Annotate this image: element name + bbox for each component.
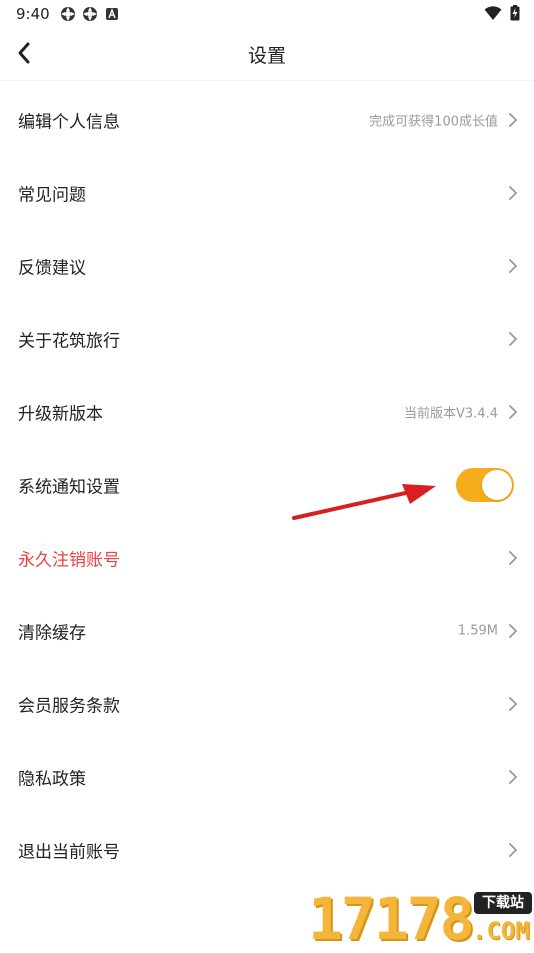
notifications-toggle[interactable]	[456, 467, 514, 502]
chevron-right-icon	[509, 769, 518, 784]
chevron-right-icon	[509, 185, 518, 200]
settings-item-faq[interactable]: 常见问题	[0, 156, 534, 229]
settings-item-label: 反馈建议	[18, 258, 86, 278]
chevron-right-icon	[509, 112, 518, 127]
settings-item-value: 1.59M	[457, 623, 498, 638]
chevron-right-icon	[509, 696, 518, 711]
app-notification-icon	[61, 7, 75, 21]
chevron-right-icon	[509, 550, 518, 565]
watermark-badge: 下载站	[474, 892, 532, 914]
nav-divider	[0, 80, 534, 81]
settings-list: 编辑个人信息 完成可获得100成长值 常见问题 反馈建议 关于花筑旅行 升级新版…	[0, 83, 534, 886]
app-notification-icon	[83, 7, 97, 21]
settings-item-label: 清除缓存	[18, 623, 86, 643]
settings-item-logout[interactable]: 退出当前账号	[0, 813, 534, 886]
watermark-domain: .COM	[472, 917, 530, 945]
settings-item-label: 退出当前账号	[18, 842, 120, 862]
chevron-right-icon	[509, 842, 518, 857]
watermark-digits: 17178	[308, 885, 475, 953]
nav-bar: 设置	[0, 28, 534, 80]
status-notification-icons	[60, 6, 120, 22]
chevron-right-icon	[509, 258, 518, 273]
settings-item-edit-profile[interactable]: 编辑个人信息 完成可获得100成长值	[0, 83, 534, 156]
settings-item-label: 升级新版本	[18, 404, 103, 424]
settings-item-clear-cache[interactable]: 清除缓存 1.59M	[0, 594, 534, 667]
status-time: 9:40	[16, 5, 50, 23]
settings-item-label: 隐私政策	[18, 769, 86, 789]
settings-item-about[interactable]: 关于花筑旅行	[0, 302, 534, 375]
settings-item-label: 会员服务条款	[18, 696, 120, 716]
settings-item-membership-terms[interactable]: 会员服务条款	[0, 667, 534, 740]
chevron-right-icon	[509, 331, 518, 346]
settings-item-notifications: 系统通知设置	[0, 448, 534, 521]
watermark-logo: 17178 下载站 .COM	[308, 886, 534, 950]
page-title: 设置	[247, 45, 286, 67]
settings-item-label: 系统通知设置	[18, 477, 120, 497]
settings-item-feedback[interactable]: 反馈建议	[0, 229, 534, 302]
settings-item-value: 完成可获得100成长值	[369, 114, 498, 129]
settings-item-privacy-policy[interactable]: 隐私政策	[0, 740, 534, 813]
settings-item-delete-account[interactable]: 永久注销账号	[0, 521, 534, 594]
settings-item-label: 常见问题	[18, 185, 86, 205]
wifi-icon	[484, 6, 502, 20]
settings-item-value: 当前版本V3.4.4	[404, 406, 498, 421]
settings-item-upgrade[interactable]: 升级新版本 当前版本V3.4.4	[0, 375, 534, 448]
settings-item-label: 关于花筑旅行	[18, 331, 120, 351]
settings-item-label: 永久注销账号	[18, 550, 120, 570]
status-system-icons	[484, 5, 520, 21]
chevron-right-icon	[509, 404, 518, 419]
chevron-right-icon	[509, 623, 518, 638]
annotation-arrow-icon	[292, 484, 436, 520]
battery-charging-icon	[510, 5, 520, 21]
toggle-knob	[482, 469, 512, 500]
text-notification-icon	[106, 8, 118, 20]
status-bar: 9:40	[0, 0, 534, 28]
settings-item-label: 编辑个人信息	[18, 112, 120, 132]
